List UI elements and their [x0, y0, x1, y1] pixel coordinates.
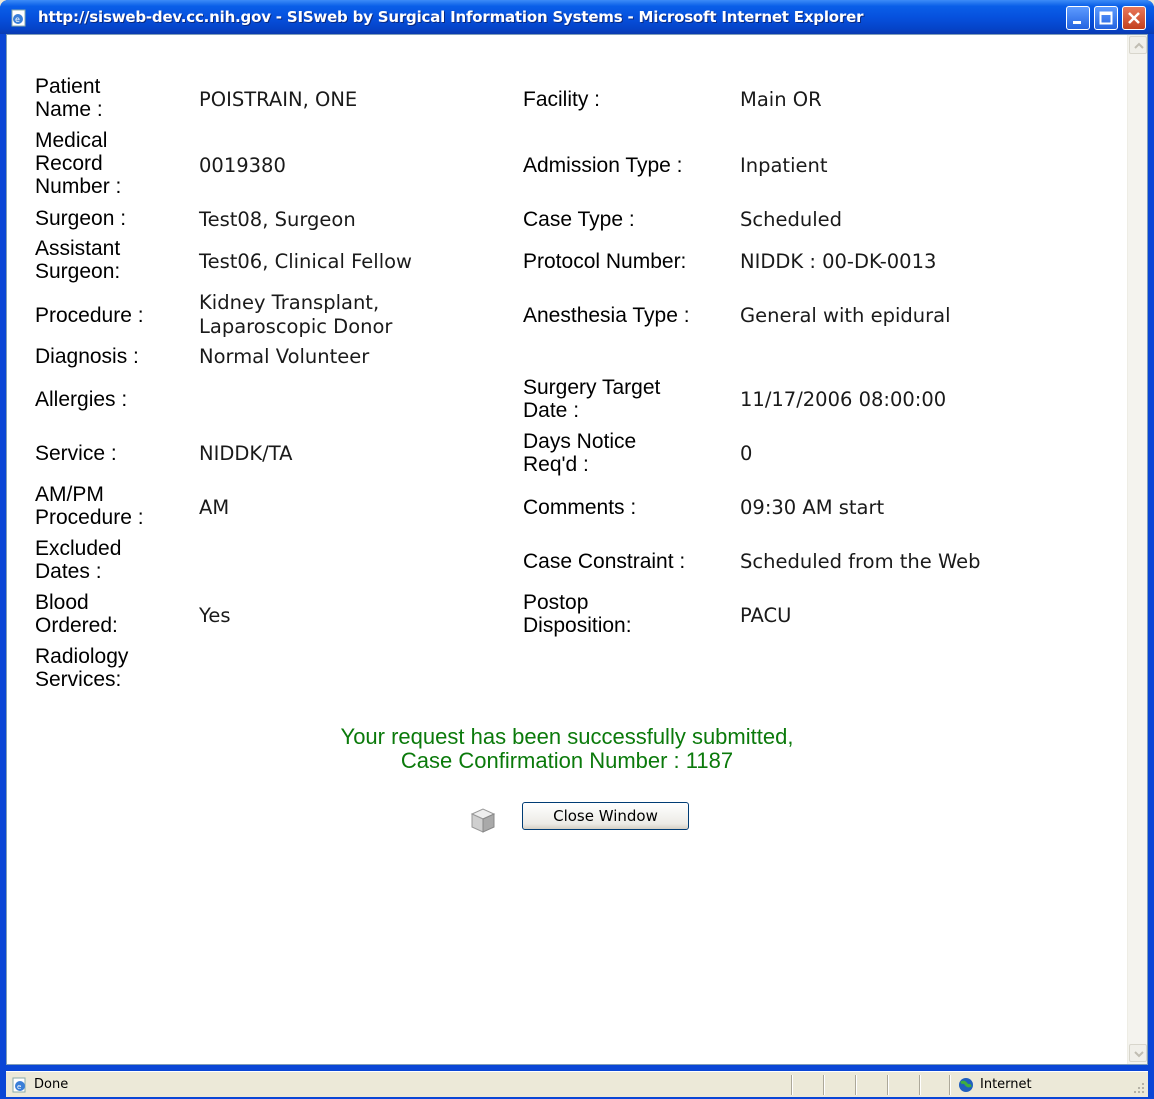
scroll-down-button[interactable]	[1129, 1044, 1147, 1062]
globe-icon	[959, 1078, 973, 1092]
case-details: Patient Name : POISTRAIN, ONE Medical Reco…	[7, 35, 1127, 1066]
left-field-label: AM/PM Procedure :	[35, 483, 144, 529]
right-field-label: Admission Type :	[523, 154, 683, 177]
browser-window: e http://sisweb-dev.cc.nih.gov - SISweb …	[0, 0, 1154, 1099]
ie-page-icon: e	[12, 1077, 26, 1093]
left-field-label: Patient Name :	[35, 75, 103, 121]
right-field-value: Scheduled	[740, 208, 842, 231]
close-icon	[1128, 12, 1140, 24]
window-title: http://sisweb-dev.cc.nih.gov - SISweb by…	[38, 8, 864, 26]
right-field-label: Facility :	[523, 88, 601, 111]
title-bar[interactable]: e http://sisweb-dev.cc.nih.gov - SISweb …	[0, 0, 1154, 34]
left-field-label: Procedure :	[35, 304, 144, 327]
left-field-label: Blood Ordered:	[35, 591, 118, 637]
minimize-icon	[1073, 21, 1081, 24]
right-field-label: Case Constraint :	[523, 550, 686, 573]
left-field-value: 0019380	[199, 154, 286, 177]
left-field-label: Diagnosis :	[35, 345, 139, 368]
left-field-label: Surgeon :	[35, 207, 127, 230]
status-divider	[949, 1075, 951, 1095]
left-field-label: Medical Record Number :	[35, 129, 122, 198]
left-field-value: Normal Volunteer	[199, 345, 370, 368]
left-field-label: Assistant Surgeon:	[35, 237, 121, 283]
ie-page-icon: e	[11, 9, 26, 27]
left-field-label: Allergies :	[35, 388, 128, 411]
right-field-label: Postop Disposition:	[523, 591, 632, 637]
left-field-value: Yes	[199, 604, 231, 627]
left-field-value: Test06, Clinical Fellow	[199, 250, 412, 273]
status-divider	[887, 1075, 889, 1095]
left-field-value: Kidney Transplant, Laparoscopic Donor	[199, 291, 393, 338]
right-field-value: 0	[740, 442, 753, 465]
right-field-label: Days Notice Req'd :	[523, 430, 637, 476]
resize-grip-icon[interactable]	[1133, 1082, 1145, 1094]
status-divider	[919, 1075, 921, 1095]
scroll-up-button[interactable]	[1129, 36, 1147, 54]
right-field-value: General with epidural	[740, 304, 951, 327]
vertical-scrollbar[interactable]	[1127, 35, 1147, 1064]
right-field-value: NIDDK : 00-DK-0013	[740, 250, 937, 273]
left-field-value: NIDDK/TA	[199, 442, 293, 465]
status-divider	[823, 1075, 825, 1095]
left-field-label: Radiology Services:	[35, 645, 129, 691]
right-field-label: Protocol Number:	[523, 250, 687, 273]
maximize-icon	[1099, 11, 1113, 25]
left-field-value: Test08, Surgeon	[199, 208, 356, 231]
svg-text:e: e	[17, 1083, 21, 1091]
right-field-value: Main OR	[740, 88, 822, 111]
right-field-value: 11/17/2006 08:00:00	[740, 388, 947, 411]
right-field-label: Case Type :	[523, 208, 635, 231]
minimize-button[interactable]	[1066, 6, 1090, 30]
right-field-label: Comments :	[523, 496, 637, 519]
status-divider	[791, 1075, 793, 1095]
left-field-value: AM	[199, 496, 230, 519]
chevron-up-icon	[1134, 42, 1144, 49]
right-field-value: 09:30 AM start	[740, 496, 885, 519]
status-bar: e Done Internet	[6, 1071, 1148, 1097]
status-divider	[855, 1075, 857, 1095]
right-field-value: Scheduled from the Web	[740, 550, 981, 573]
close-window-button[interactable]: Close Window	[522, 802, 689, 830]
page-viewport: Patient Name : POISTRAIN, ONE Medical Reco…	[6, 34, 1148, 1065]
right-field-value: Inpatient	[740, 154, 828, 177]
maximize-button[interactable]	[1094, 6, 1118, 30]
confirmation-line-2: Case Confirmation Number : 1187	[400, 748, 734, 773]
svg-text:e: e	[15, 15, 20, 24]
chevron-down-icon	[1134, 1051, 1144, 1058]
security-zone-text: Internet	[980, 1077, 1032, 1092]
confirmation-line-1: Your request has been successfully submi…	[340, 724, 794, 749]
close-window-titlebar-button[interactable]	[1122, 6, 1146, 30]
right-field-label: Surgery Target Date :	[523, 376, 661, 422]
status-text: Done	[34, 1077, 69, 1092]
left-field-label: Excluded Dates :	[35, 537, 122, 583]
left-field-label: Service :	[35, 442, 117, 465]
right-field-label: Anesthesia Type :	[523, 304, 690, 327]
right-field-value: PACU	[740, 604, 792, 627]
left-field-value: POISTRAIN, ONE	[199, 88, 358, 111]
cube-icon	[470, 808, 496, 833]
